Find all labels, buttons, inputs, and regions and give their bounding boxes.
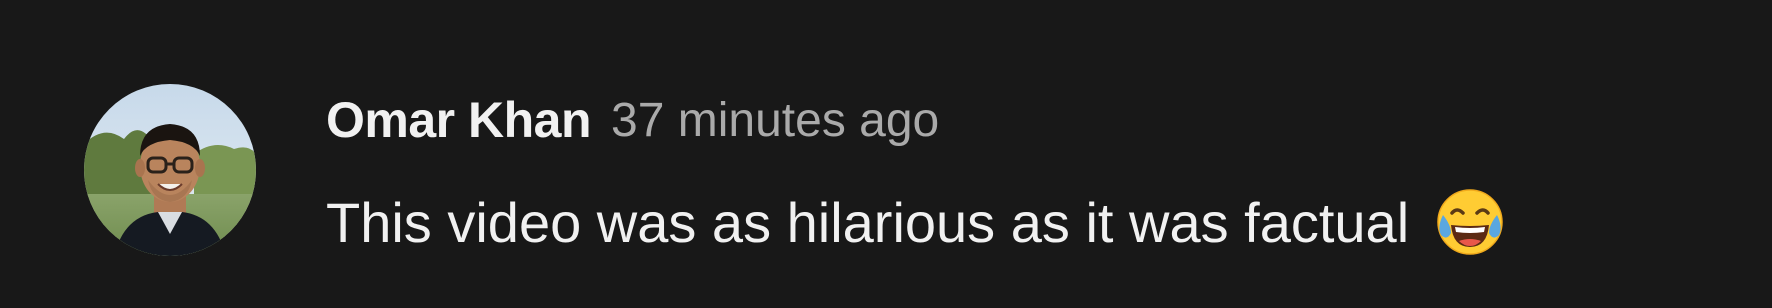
avatar[interactable] [84, 84, 256, 256]
laughing-emoji-icon [1435, 187, 1505, 257]
comment-header: Omar Khan 37 minutes ago [326, 88, 939, 152]
author-name[interactable]: Omar Khan [326, 91, 592, 149]
comment-text: This video was as hilarious as it was fa… [326, 190, 1410, 254]
timestamp[interactable]: 37 minutes ago [611, 93, 939, 148]
comment: Omar Khan 37 minutes ago This video was … [0, 0, 1772, 308]
comment-body: This video was as hilarious as it was fa… [326, 188, 1505, 256]
avatar-image [84, 84, 256, 256]
face-with-tears-of-joy-icon [1437, 189, 1503, 255]
